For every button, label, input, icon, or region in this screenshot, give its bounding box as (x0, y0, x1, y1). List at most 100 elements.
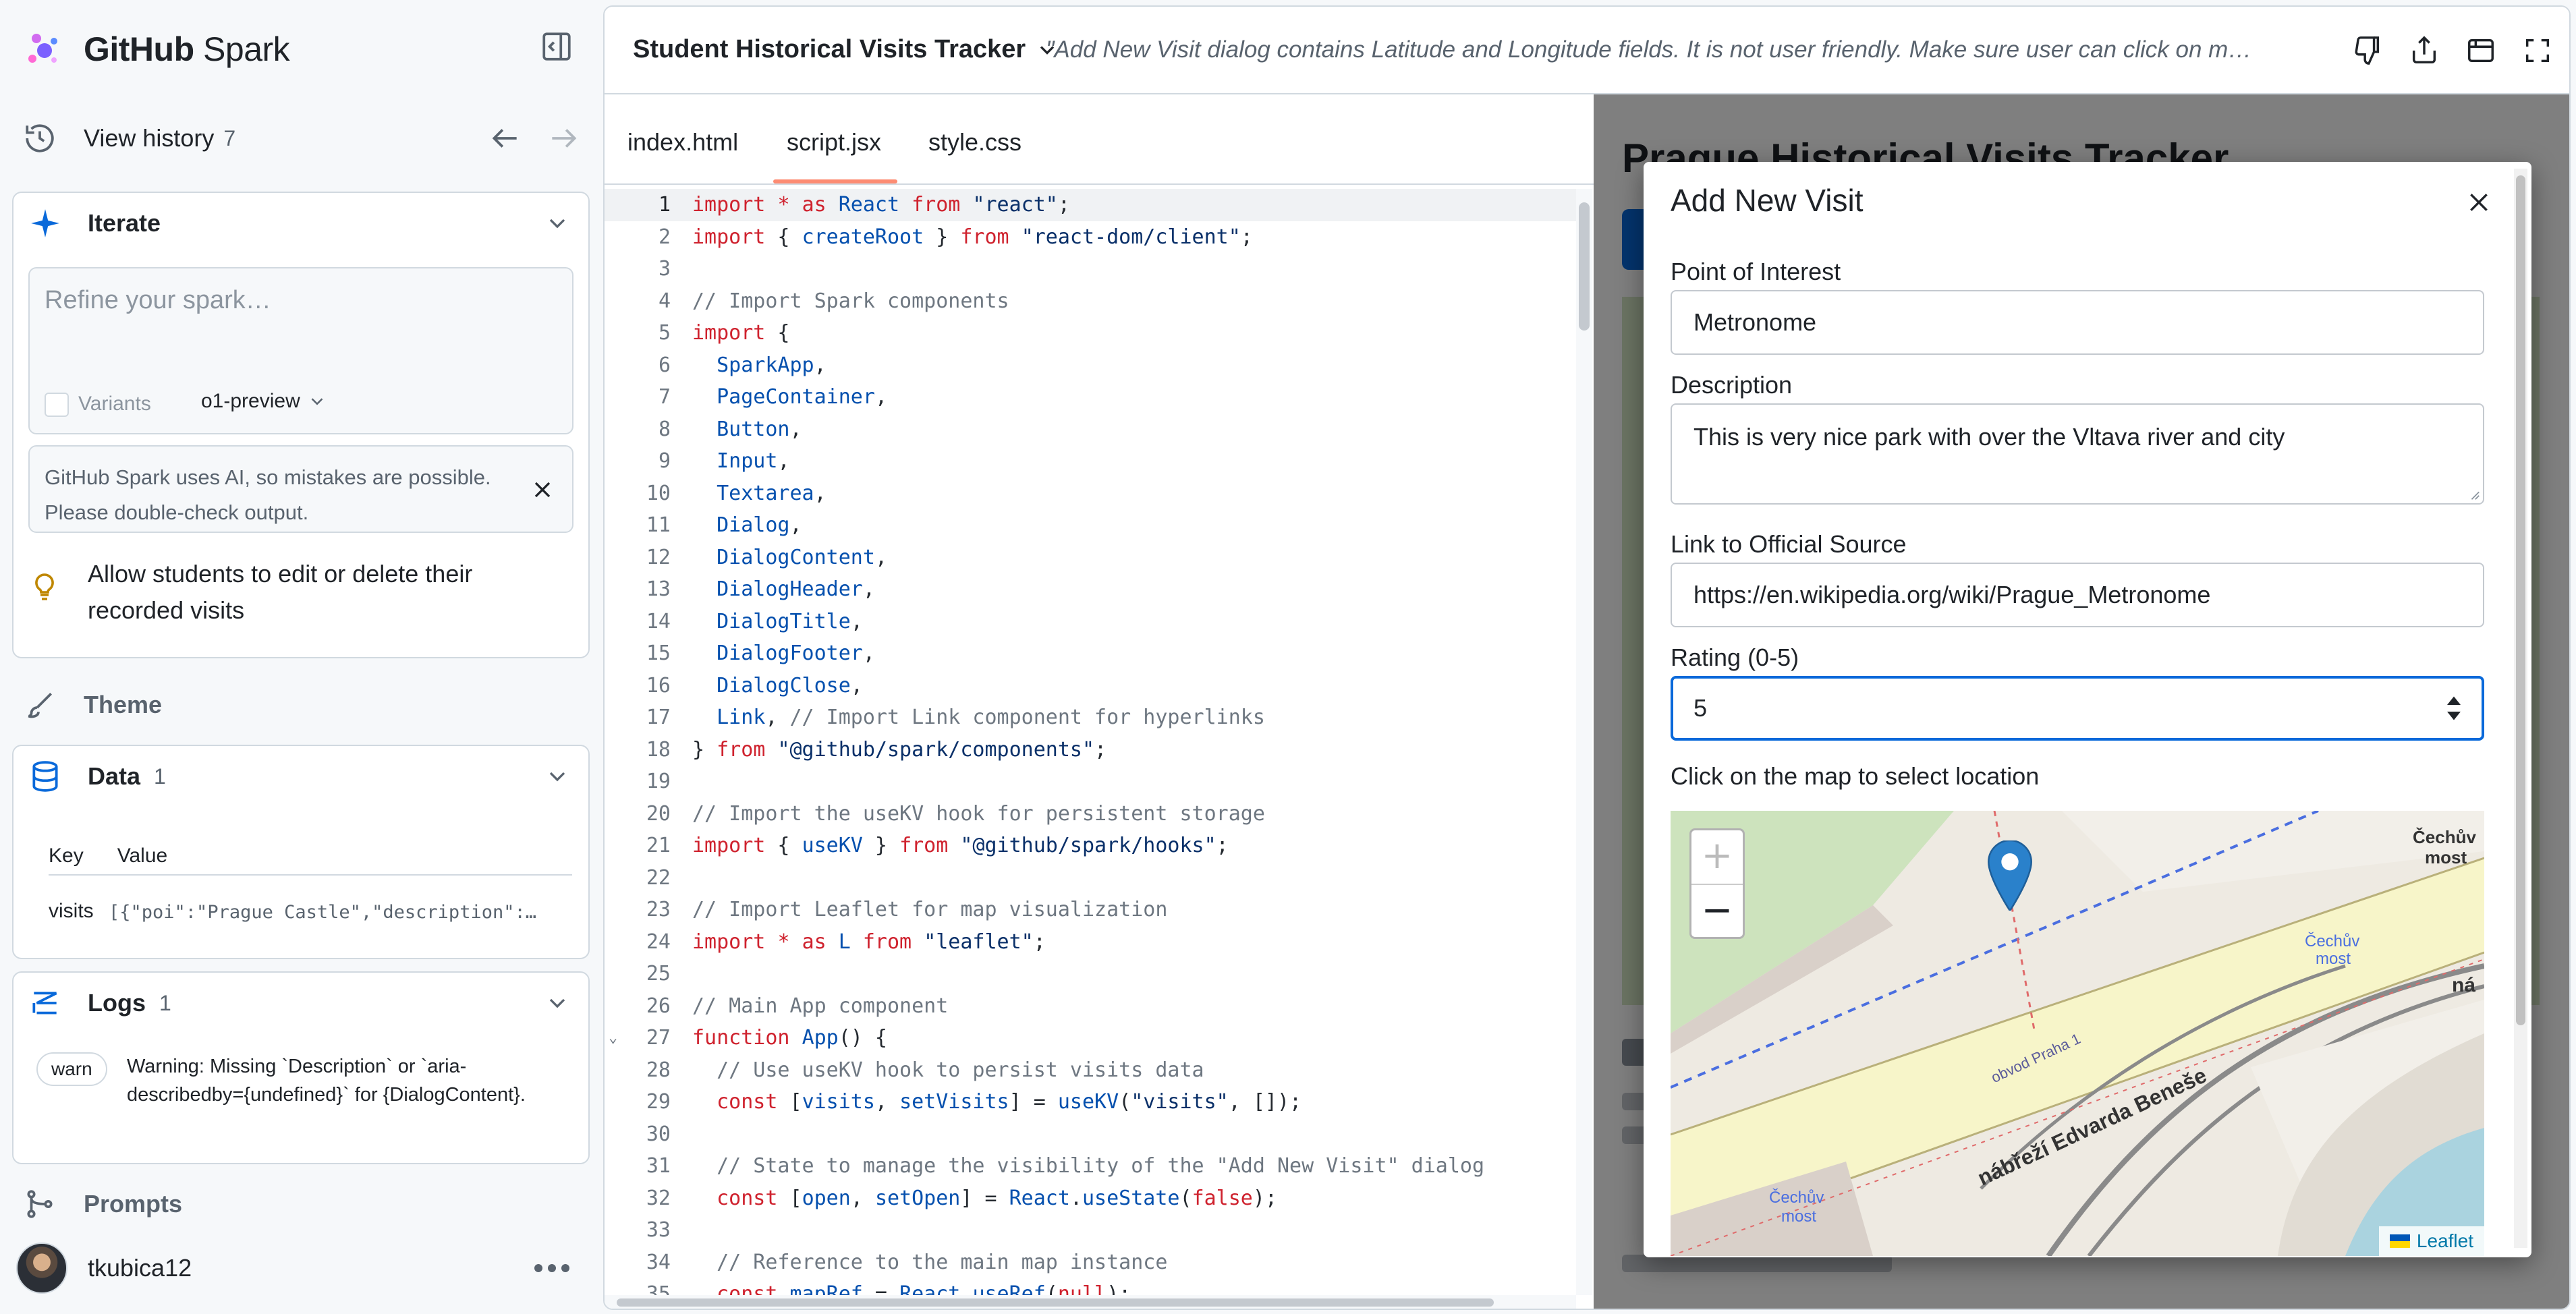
editor-vertical-scrollbar[interactable] (1576, 189, 1592, 1295)
chevron-down-icon[interactable] (544, 763, 571, 790)
map-attribution[interactable]: Leaflet (2378, 1226, 2484, 1256)
dialog-scrollbar[interactable] (2514, 169, 2527, 1248)
code-line[interactable]: 22 (605, 862, 1576, 894)
attribution-link[interactable]: Leaflet (2417, 1226, 2473, 1256)
code-line[interactable]: 23 // Import Leaflet for map visualizatio… (605, 894, 1576, 926)
code-line[interactable]: 1 import * as React from "react"; (605, 189, 1576, 221)
theme-item[interactable]: Theme (23, 681, 162, 729)
code-line[interactable]: 12 DialogContent, (605, 542, 1576, 574)
code-line[interactable]: 3 (605, 253, 1576, 285)
brand[interactable]: GitHub Spark (23, 26, 290, 73)
line-number: 21 (646, 834, 671, 857)
code-line[interactable]: 24 import * as L from "leaflet"; (605, 926, 1576, 959)
fullscreen-icon[interactable] (2522, 35, 2553, 66)
code-line[interactable]: 19 (605, 766, 1576, 798)
link-input[interactable]: https://en.wikipedia.org/wiki/Prague_Met… (1671, 563, 2484, 627)
code-line[interactable]: 17 Link, // Import Link component for hy… (605, 702, 1576, 734)
close-icon[interactable] (2465, 189, 2492, 216)
iterate-header[interactable]: Iterate (13, 193, 588, 254)
code-line[interactable]: 26 // Main App component (605, 990, 1576, 1023)
logs-panel: Logs 1 warn Warning: Missing `Descriptio… (12, 971, 590, 1164)
tab-index-html[interactable]: index.html (627, 128, 738, 156)
prompts-item[interactable]: Prompts (23, 1180, 182, 1228)
map-label-na: ná (2452, 974, 2476, 996)
editor-horizontal-scrollbar[interactable] (605, 1295, 1576, 1309)
code-line[interactable]: 6 SparkApp, (605, 349, 1576, 382)
logs-header[interactable]: Logs 1 (13, 973, 588, 1033)
history-count: 7 (223, 125, 236, 150)
code-text: DialogClose, (717, 673, 863, 697)
table-row[interactable]: visits [{"poi":"Prague Castle","descript… (49, 900, 540, 923)
code-text: Input, (717, 449, 790, 473)
chevron-down-icon[interactable] (544, 210, 571, 237)
tab-script-jsx[interactable]: script.jsx (787, 128, 881, 156)
code-line[interactable]: 9 Input, (605, 445, 1576, 478)
description-textarea[interactable]: This is very nice park with over the Vlt… (1671, 403, 2484, 505)
line-number: 6 (658, 353, 671, 377)
code-line[interactable]: 34 // Reference to the main map instance (605, 1247, 1576, 1279)
variants-checkbox[interactable] (45, 393, 69, 417)
code-line[interactable]: 29 const [visits, setVisits] = useKV("vi… (605, 1086, 1576, 1118)
code-line[interactable]: 10 Textarea, (605, 478, 1576, 510)
code-line[interactable]: 16 DialogClose, (605, 670, 1576, 702)
code-line[interactable]: 15 DialogFooter, (605, 637, 1576, 670)
line-number: 11 (646, 513, 671, 537)
tab-style-css[interactable]: style.css (928, 128, 1021, 156)
arrow-right-icon[interactable] (547, 121, 580, 155)
paintbrush-icon (28, 693, 52, 718)
code-line[interactable]: 21 import { useKV } from "@github/spark/h… (605, 830, 1576, 862)
suggestion-item[interactable]: Allow students to edit or delete their r… (28, 556, 573, 637)
scrollbar-thumb[interactable] (617, 1298, 1494, 1307)
code-line[interactable]: 18} from "@github/spark/components"; (605, 734, 1576, 766)
code-line[interactable]: 35 const mapRef = React.useRef(null); (605, 1278, 1576, 1295)
code-line[interactable]: 5 import { (605, 317, 1576, 349)
code-line[interactable]: 2 import { createRoot } from "react-dom/c… (605, 221, 1576, 254)
code-line[interactable]: 8 Button, (605, 413, 1576, 446)
code-line[interactable]: 27 ⌄ function App() { (605, 1022, 1576, 1054)
code-line[interactable]: 32 const [open, setOpen] = React.useStat… (605, 1182, 1576, 1215)
arrow-left-icon[interactable] (488, 121, 522, 155)
file-tabs: index.html script.jsx style.css (605, 94, 1594, 185)
resize-handle-icon[interactable] (2468, 488, 2480, 501)
model-select[interactable]: o1-preview (201, 390, 327, 413)
code-line[interactable]: 13 DialogHeader, (605, 573, 1576, 606)
map-marker-icon[interactable] (1988, 840, 2032, 911)
poi-input[interactable]: Metronome (1671, 290, 2484, 355)
fold-chevron-icon[interactable]: ⌄ (609, 1022, 617, 1054)
code-line[interactable]: 28 // Use useKV hook to persist visits d… (605, 1054, 1576, 1087)
code-line[interactable]: 7 PageContainer, (605, 381, 1576, 413)
number-stepper-icon[interactable] (2445, 695, 2463, 722)
code-line[interactable]: 14 DialogTitle, (605, 606, 1576, 638)
location-map[interactable]: Čechův most Čechův most ná obvod Praha 1… (1671, 811, 2484, 1256)
code-line[interactable]: 4 // Import Spark components (605, 285, 1576, 318)
chevron-down-icon[interactable] (544, 990, 571, 1017)
zoom-out-button[interactable]: − (1691, 885, 1743, 938)
browser-icon[interactable] (2465, 35, 2496, 66)
ukraine-flag-icon (2389, 1234, 2410, 1248)
code-area[interactable]: 1 import * as React from "react"; 2 import … (605, 189, 1576, 1295)
data-header[interactable]: Data 1 (13, 746, 588, 807)
code-line[interactable]: 30 (605, 1118, 1576, 1151)
rating-input[interactable]: 5 (1671, 676, 2484, 741)
scrollbar-thumb[interactable] (1579, 202, 1590, 331)
user-account[interactable]: tkubica12 (16, 1242, 587, 1294)
code-text: import { useKV } from "@github/spark/hoo… (692, 834, 1229, 857)
thumbs-down-icon[interactable] (2352, 35, 2383, 66)
view-history[interactable]: View history 7 (23, 115, 583, 162)
map-zoom-control: + − (1689, 828, 1745, 939)
sidebar-collapse-icon[interactable] (540, 30, 573, 63)
code-line[interactable]: 31 // State to manage the visibility of … (605, 1150, 1576, 1182)
more-options-icon[interactable] (532, 1255, 572, 1282)
refine-input[interactable]: Refine your spark… Variants o1-preview (28, 267, 573, 434)
code-line[interactable]: 11 Dialog, (605, 509, 1576, 542)
zoom-in-button[interactable]: + (1691, 830, 1743, 884)
code-line[interactable]: 25 (605, 958, 1576, 990)
code-line[interactable]: 33 (605, 1214, 1576, 1247)
code-line[interactable]: 20 // Import the useKV hook for persisten… (605, 798, 1576, 830)
scrollbar-thumb[interactable] (2516, 175, 2525, 1025)
share-icon[interactable] (2409, 35, 2440, 66)
code-text: Dialog, (717, 513, 802, 537)
project-title[interactable]: Student Historical Visits Tracker (633, 35, 1059, 64)
close-icon[interactable] (529, 476, 556, 503)
line-number: 14 (646, 609, 671, 633)
